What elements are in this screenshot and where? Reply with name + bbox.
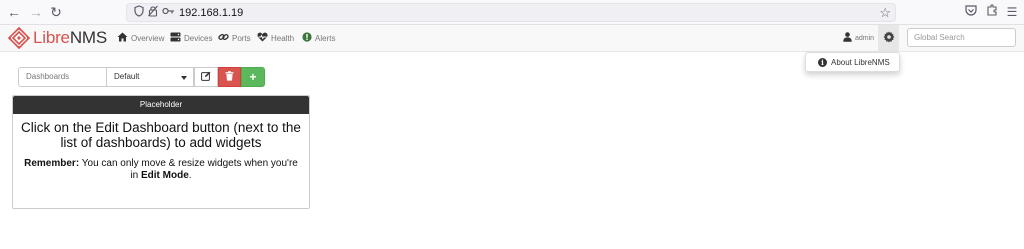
gear-icon (883, 31, 895, 46)
back-arrow-icon[interactable]: ← (5, 3, 23, 21)
extensions-icon[interactable] (984, 4, 1000, 20)
key-icon[interactable] (162, 5, 175, 21)
nav-alerts-label: Alerts (315, 33, 336, 43)
nav-ports-label: Ports (232, 33, 251, 43)
nav-ports[interactable]: Ports (218, 31, 251, 45)
nav-health[interactable]: Health (257, 31, 294, 45)
server-icon (170, 32, 181, 45)
widget-message: Click on the Edit Dashboard button (next… (21, 120, 301, 150)
browser-toolbar: ← → ↻ 192.168.1.19 ☆ ☰ (0, 0, 1024, 25)
global-search-input[interactable] (907, 28, 1016, 47)
user-icon (843, 31, 852, 45)
url-bar[interactable]: 192.168.1.19 ☆ (126, 3, 896, 22)
add-dashboard-button[interactable]: + (241, 67, 265, 87)
user-menu[interactable]: admin (843, 31, 874, 45)
dashboard-select-value: Default (114, 72, 140, 81)
edit-dashboard-button[interactable] (194, 67, 218, 87)
shield-icon[interactable] (134, 5, 144, 22)
widget-title[interactable]: Placeholder (13, 96, 309, 114)
widget-note: Remember: You can only move & resize wid… (19, 158, 303, 182)
link-icon (218, 32, 229, 45)
reload-icon[interactable]: ↻ (47, 3, 65, 21)
pocket-icon[interactable] (963, 4, 979, 20)
nav-overview-label: Overview (131, 33, 165, 43)
url-text: 192.168.1.19 (179, 7, 244, 19)
widget-note-bold: Remember: (24, 158, 80, 169)
caret-down-icon (181, 76, 187, 80)
brand-logo[interactable]: LibreNMS (8, 27, 107, 49)
lock-slash-icon[interactable] (148, 5, 158, 22)
widget-note-mode: Edit Mode (141, 170, 189, 181)
dashboard-select[interactable]: Default (106, 67, 194, 87)
forward-arrow-icon[interactable]: → (27, 3, 45, 21)
nav-devices[interactable]: Devices (170, 31, 212, 45)
brand-name: LibreNMS (33, 28, 107, 47)
librenms-logo-icon (8, 27, 30, 49)
delete-dashboard-button[interactable] (218, 67, 241, 87)
dashboards-label: Dashboards (18, 67, 106, 87)
nav-health-label: Health (271, 33, 295, 43)
heartbeat-icon (257, 32, 268, 45)
alert-icon (301, 31, 312, 45)
settings-button[interactable] (878, 25, 899, 52)
nav-devices-label: Devices (184, 33, 213, 43)
user-name: admin (855, 34, 875, 42)
bookmark-star-icon[interactable]: ☆ (879, 4, 891, 21)
nav-alerts[interactable]: Alerts (301, 31, 335, 45)
trash-icon (225, 70, 234, 84)
edit-icon (201, 71, 211, 84)
plus-icon: + (249, 70, 257, 84)
info-icon: i (818, 57, 827, 67)
menu-icon[interactable]: ☰ (1004, 4, 1020, 20)
widget-body: Click on the Edit Dashboard button (next… (13, 114, 309, 182)
placeholder-widget: Placeholder Click on the Edit Dashboard … (12, 95, 310, 209)
app-navbar: LibreNMS Overview Devices Ports Health A… (0, 25, 1024, 52)
about-librenms-item[interactable]: About LibreNMS (831, 58, 890, 67)
nav-overview[interactable]: Overview (117, 31, 164, 45)
widget-note-end: . (188, 170, 192, 181)
home-icon (117, 32, 128, 45)
settings-dropdown: i About LibreNMS (805, 52, 900, 72)
